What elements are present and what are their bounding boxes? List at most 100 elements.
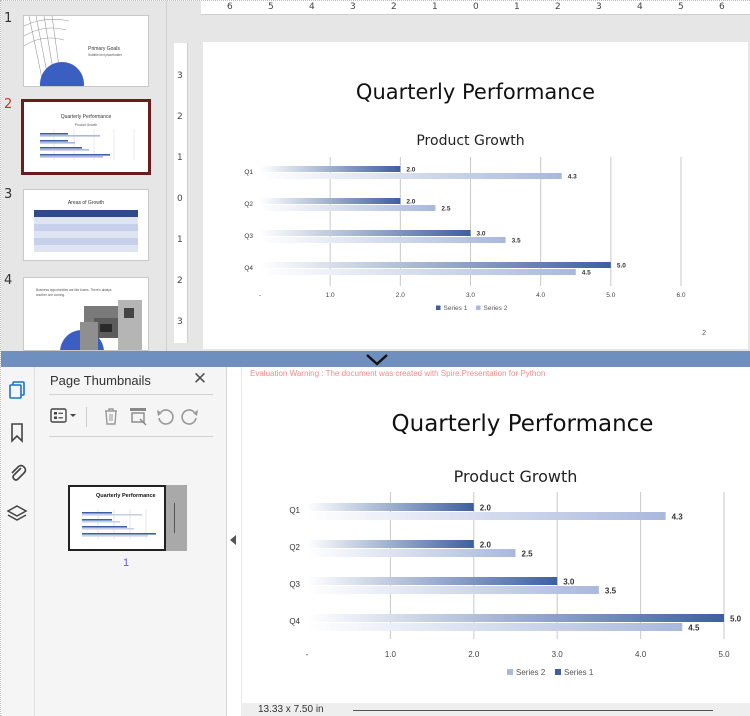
ruler-tick-label: 2 [555,2,561,12]
slide-number: 2 [4,97,13,112]
slide-thumbnail-subtitle: Subtitle text placeholder [88,53,123,57]
data-label: 5.0 [617,263,626,270]
category-label: Q3 [244,233,253,240]
x-tick-label: 5.0 [606,292,615,299]
building-image [60,300,142,350]
ruler-tick-label: 3 [177,317,183,327]
chart-title: Product Growth [416,133,524,149]
bar-1 [307,577,558,585]
bar-2 [307,586,599,594]
horizontal-ruler[interactable]: 6 5 4 3 2 1 0 1 2 3 4 5 6 [201,1,750,15]
rotate-right-icon[interactable] [179,405,201,427]
ruler-tick-label: 3 [350,2,356,12]
slide-thumbnail-4[interactable]: Business opportunities are like buses. T… [23,277,149,351]
x-tick-label: 1.0 [385,650,397,659]
ruler-tick-label: 6 [719,2,725,12]
bar-1 [307,614,724,622]
bar-1 [260,166,401,172]
ruler-tick-label: 1 [514,2,520,12]
divider [49,394,213,395]
data-label: 4.5 [688,624,700,633]
slide-canvas[interactable]: Quarterly Performance Product Growth -1.0… [203,42,748,349]
horizontal-scrollbar[interactable] [353,710,713,711]
page-thumbnail-image: Quarterly Performance [68,485,166,551]
thumbnail-options-icon[interactable] [49,405,79,427]
x-tick-label: 3.0 [466,292,475,299]
bar-chart: Product Growth - 1.0 2.0 3.0 4.0 5.0 Q1 2.0 4.3 Q2… [289,467,742,677]
ruler-tick-label: 6 [227,2,233,12]
ruler-tick-label: 5 [268,2,274,12]
ruler-tick-label: 1 [177,235,183,245]
data-label: 5.0 [730,615,742,624]
collapse-panel-icon[interactable] [230,535,236,545]
x-tick-label: 4.0 [635,650,647,659]
data-label: 2.0 [480,504,492,513]
ruler-tick-label: 4 [309,2,315,12]
bar-1 [260,198,401,204]
ruler-tick-label: 4 [637,2,643,12]
ruler-tick-label: 5 [678,2,684,12]
ruler-tick-label: 1 [432,2,438,12]
legend-label: Series 1 [444,305,468,312]
bar-1 [307,503,474,511]
layers-icon[interactable] [6,503,28,525]
category-label: Q4 [244,265,253,272]
pdf-viewer: Page Thumbnails ✕ Quarterly Performance … [1,367,750,716]
ruler-tick-label: 1 [177,153,183,163]
delete-icon[interactable] [100,405,122,427]
rotate-left-icon[interactable] [154,405,176,427]
page-thumbnails-panel: Page Thumbnails ✕ Quarterly Performance … [35,367,227,716]
bar-2 [307,549,516,557]
slide-thumbnail-title: Primary Goals [88,46,120,52]
data-label: 3.5 [512,238,521,245]
x-tick-label: 2.0 [396,292,405,299]
bar-1 [260,230,471,236]
category-label: Q4 [289,617,300,626]
slide-number: 4 [4,273,13,288]
bar-chart: Product Growth - 1.0 2.0 3.0 4.0 5.0 6.0 Q1 2.0 4.… [244,133,686,312]
legend-swatch [507,669,513,675]
data-label: 3.0 [563,578,575,587]
data-label: 3.5 [605,587,617,596]
data-label: 2.0 [406,199,415,206]
data-label: 3.0 [477,231,486,238]
category-label: Q2 [244,201,253,208]
attachment-icon[interactable] [6,461,28,483]
category-label: Q3 [289,580,300,589]
ruler-tick-label: 3 [596,2,602,12]
vertical-ruler[interactable]: 3 2 1 0 1 2 3 [174,43,188,343]
bookmark-icon[interactable] [6,421,28,443]
slide-page-number: 2 [702,330,706,337]
legend-swatch [555,669,561,675]
document-view[interactable]: Evaluation Warning : The document was cr… [241,367,750,703]
pages-icon[interactable] [6,379,28,401]
page-thumbnail[interactable]: Quarterly Performance [68,485,187,551]
data-label: 2.0 [406,167,415,174]
slide-number: 3 [4,187,13,202]
mini-chart [82,509,156,539]
x-tick-label: 1.0 [326,292,335,299]
data-label: 2.5 [522,550,534,559]
bar-2 [260,173,562,179]
close-icon[interactable]: ✕ [192,370,208,387]
category-label: Q1 [289,506,300,515]
slide-thumbnail-1[interactable]: Primary Goals Subtitle text placeholder [23,15,149,87]
legend-label: Series 2 [484,305,508,312]
extract-pages-icon[interactable] [127,405,149,427]
presentation-editor: 1 Primary Goals Subtitle text placeholde… [1,1,750,351]
ruler-tick-label: 3 [177,71,183,81]
x-tick-label: 4.0 [536,292,545,299]
chart-title: Product Growth [454,467,578,486]
slide-thumbnail-pane[interactable]: 1 Primary Goals Subtitle text placeholde… [1,1,167,351]
bar-2 [260,205,436,211]
slide-thumbnail-2[interactable]: Quarterly Performance Product Growth [21,99,151,175]
chevron-down-icon[interactable] [365,352,389,366]
bar-2 [307,623,683,631]
thumbnail-toolbar [49,405,213,429]
legend-label: Series 2 [516,668,546,677]
x-tick-label: 3.0 [552,650,564,659]
slide-thumbnail-3[interactable]: Areas of Growth [23,189,149,261]
mini-table [34,210,138,252]
ruler-tick-label: 2 [177,276,183,286]
divider [49,436,213,437]
